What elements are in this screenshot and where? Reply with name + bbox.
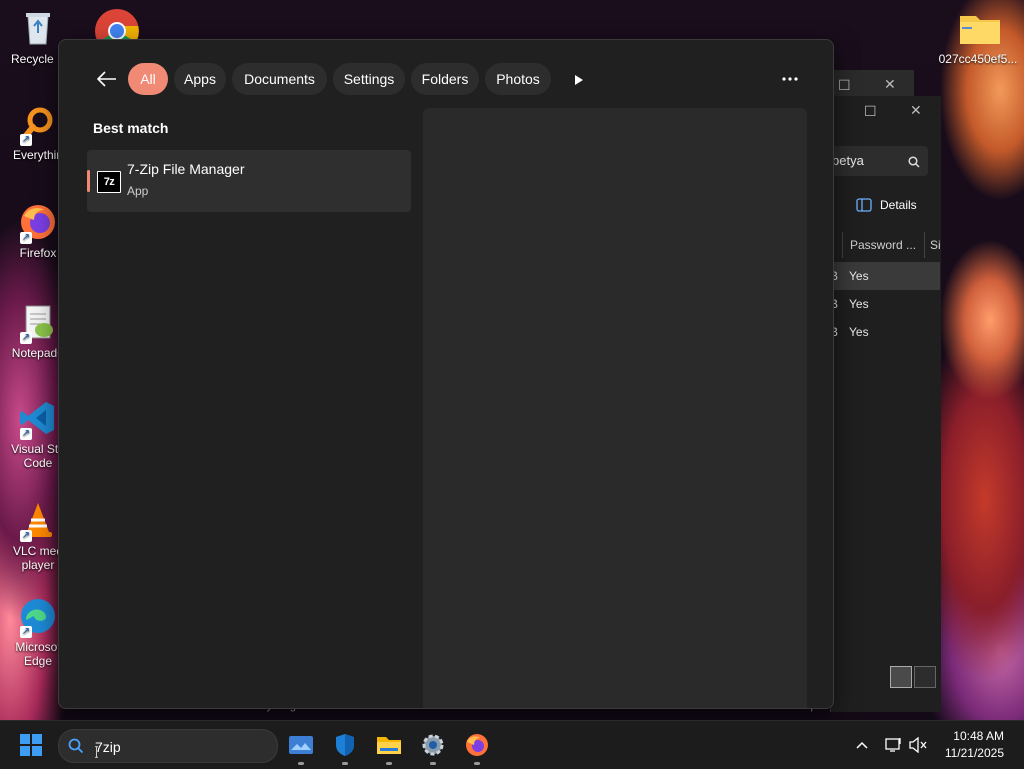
best-match-result[interactable]: 7z 7-Zip File Manager App bbox=[87, 150, 411, 212]
7zip-icon: 7z bbox=[97, 171, 121, 193]
back-button[interactable] bbox=[93, 66, 121, 92]
tray-volume-button[interactable] bbox=[908, 735, 928, 755]
back-arrow-icon bbox=[97, 71, 116, 87]
taskbar: 10:48 AM 11/21/2025 bbox=[0, 720, 1024, 769]
shortcut-arrow-icon: ↗ bbox=[20, 232, 32, 244]
table-row[interactable]: B Yes bbox=[830, 318, 940, 346]
desktop-icon-label: 027cc450ef5... bbox=[938, 52, 1018, 66]
shortcut-arrow-icon: ↗ bbox=[20, 332, 32, 344]
shortcut-arrow-icon: ↗ bbox=[20, 134, 32, 146]
result-preview-pane bbox=[423, 108, 807, 708]
vscode-icon: ↗ bbox=[18, 398, 58, 440]
search-icon bbox=[908, 146, 920, 176]
firefox-icon: ↗ bbox=[18, 202, 58, 244]
explorer-search-text: petya bbox=[832, 153, 864, 168]
chrome-icon[interactable] bbox=[94, 8, 140, 40]
filter-settings[interactable]: Settings bbox=[333, 63, 405, 95]
details-label: Details bbox=[880, 198, 917, 212]
background-explorer-window bbox=[830, 96, 941, 712]
selection-indicator bbox=[87, 170, 90, 192]
play-icon bbox=[575, 75, 583, 85]
show-hidden-icons-button[interactable] bbox=[852, 735, 872, 755]
details-pane-icon bbox=[856, 198, 872, 212]
explorer-search-box[interactable]: petya bbox=[830, 146, 928, 176]
firefox-icon bbox=[466, 734, 488, 756]
clock-time: 10:48 AM bbox=[953, 729, 1004, 743]
task-view-icon bbox=[289, 736, 313, 754]
shortcut-arrow-icon: ↗ bbox=[20, 626, 32, 638]
taskbar-search-box[interactable] bbox=[58, 729, 278, 763]
taskbar-search-input[interactable] bbox=[93, 735, 267, 759]
network-icon bbox=[885, 738, 901, 752]
folder-icon bbox=[958, 8, 1000, 48]
filter-folders[interactable]: Folders bbox=[411, 63, 479, 95]
table-row[interactable]: B Yes bbox=[830, 290, 940, 318]
close-icon[interactable]: ✕ bbox=[884, 76, 896, 93]
filter-all[interactable]: All bbox=[128, 63, 168, 95]
column-header-password[interactable]: Password ... bbox=[842, 232, 932, 258]
maximize-icon[interactable]: ☐ bbox=[864, 103, 877, 120]
ellipsis-icon bbox=[782, 77, 798, 81]
more-filters-button[interactable] bbox=[567, 68, 591, 92]
best-match-heading: Best match bbox=[93, 120, 169, 136]
shortcut-arrow-icon: ↗ bbox=[20, 428, 32, 440]
more-options-button[interactable] bbox=[775, 66, 805, 92]
table-row[interactable]: B Yes bbox=[830, 262, 940, 290]
notepad-plus-plus-icon: ↗ bbox=[18, 302, 58, 344]
text-cursor-icon bbox=[95, 746, 98, 758]
recycle-bin-icon bbox=[18, 8, 58, 48]
filter-documents[interactable]: Documents bbox=[232, 63, 327, 95]
large-icons-view-button[interactable] bbox=[914, 666, 936, 688]
search-flyout: All Apps Documents Settings Folders Phot… bbox=[58, 39, 834, 709]
taskbar-app-windows-security[interactable] bbox=[329, 729, 361, 765]
everything-search-icon: ↗ bbox=[18, 104, 58, 146]
taskbar-app-firefox[interactable] bbox=[461, 729, 493, 765]
result-subtitle: App bbox=[127, 184, 149, 198]
windows-logo-icon bbox=[20, 734, 30, 744]
chevron-up-icon bbox=[856, 741, 868, 749]
taskbar-app-task-view[interactable] bbox=[285, 729, 317, 765]
tray-network-button[interactable] bbox=[884, 735, 904, 755]
search-icon bbox=[68, 738, 84, 754]
details-pane-button[interactable]: Details bbox=[856, 198, 917, 212]
system-clock[interactable]: 10:48 AM 11/21/2025 bbox=[945, 728, 1004, 762]
clock-date: 11/21/2025 bbox=[944, 746, 1004, 760]
close-icon[interactable]: ✕ bbox=[910, 102, 922, 119]
maximize-icon[interactable]: ☐ bbox=[838, 77, 851, 94]
taskbar-app-settings[interactable] bbox=[417, 729, 449, 765]
settings-icon bbox=[422, 734, 444, 756]
filter-photos[interactable]: Photos bbox=[485, 63, 551, 95]
vlc-icon: ↗ bbox=[18, 500, 58, 542]
taskbar-app-file-explorer[interactable] bbox=[373, 729, 405, 765]
start-button[interactable] bbox=[20, 734, 42, 756]
desktop-icon-folder[interactable]: 027cc450ef5... bbox=[938, 8, 1018, 66]
edge-icon: ↗ bbox=[18, 596, 58, 638]
filter-apps[interactable]: Apps bbox=[174, 63, 226, 95]
speaker-muted-icon bbox=[909, 737, 927, 753]
result-title: 7-Zip File Manager bbox=[127, 161, 245, 177]
windows-security-icon bbox=[336, 734, 354, 756]
details-view-button[interactable] bbox=[890, 666, 912, 688]
file-explorer-icon bbox=[377, 737, 401, 754]
column-header-size[interactable]: Si bbox=[924, 232, 946, 258]
shortcut-arrow-icon: ↗ bbox=[20, 530, 32, 542]
